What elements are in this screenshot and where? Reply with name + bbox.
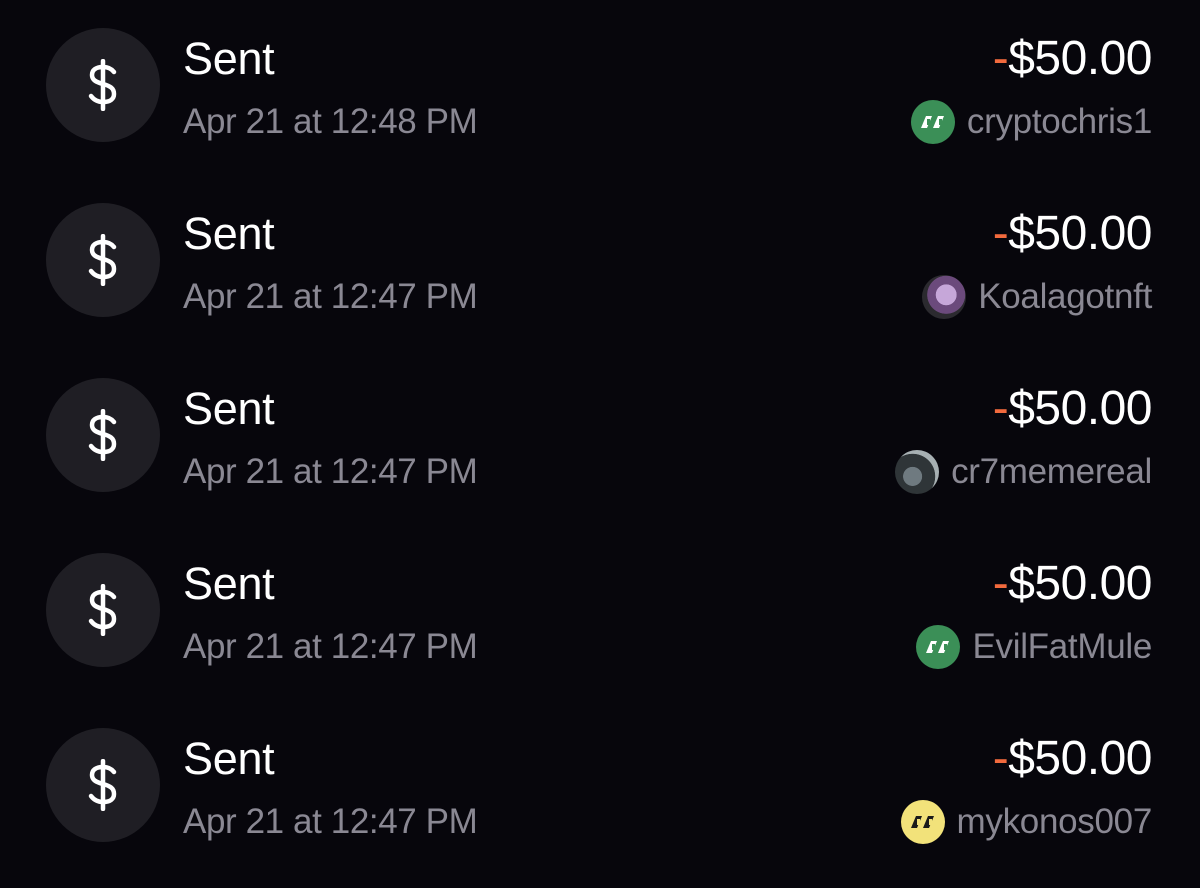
transaction-date: Apr 21 at 12:47 PM (183, 802, 478, 841)
recipient[interactable]: cryptochris1 (910, 96, 1152, 148)
profile-photo-avatar (895, 450, 940, 494)
transaction-row[interactable]: Sent Apr 21 at 12:48 PM -$50.00 cryptoch… (0, 0, 1200, 176)
transaction-title: Sent (183, 558, 275, 609)
transaction-date: Apr 21 at 12:48 PM (183, 102, 478, 141)
transaction-title: Sent (183, 383, 275, 434)
transaction-amount: -$50.00 (992, 203, 1153, 265)
recipient-name: mykonos007 (956, 802, 1153, 841)
dollar-icon (46, 203, 160, 317)
amount-sign: - (992, 207, 1009, 260)
amount-value: $50.00 (1008, 32, 1152, 85)
transaction-title: Sent (183, 33, 275, 84)
recipient[interactable]: Koalagotnft (922, 271, 1152, 323)
amount-value: $50.00 (1008, 382, 1152, 435)
recipient[interactable]: cr7memereal (895, 446, 1152, 498)
green-logo-icon (910, 100, 955, 144)
dollar-icon (46, 553, 160, 667)
transaction-list: Sent Apr 21 at 12:48 PM -$50.00 cryptoch… (0, 0, 1200, 888)
recipient[interactable]: EvilFatMule (916, 621, 1152, 673)
transaction-amount: -$50.00 (992, 553, 1153, 615)
transaction-date: Apr 21 at 12:47 PM (183, 627, 478, 666)
yellow-logo-icon (900, 800, 945, 844)
transaction-date: Apr 21 at 12:47 PM (183, 452, 478, 491)
recipient[interactable]: mykonos007 (900, 796, 1153, 848)
recipient-name: cr7memereal (951, 452, 1152, 491)
transaction-amount: -$50.00 (992, 28, 1153, 90)
recipient-name: EvilFatMule (972, 627, 1152, 666)
transaction-title: Sent (183, 208, 275, 259)
transaction-amount: -$50.00 (992, 728, 1153, 790)
amount-value: $50.00 (1008, 557, 1152, 610)
recipient-name: Koalagotnft (978, 277, 1152, 316)
dollar-icon (46, 728, 160, 842)
amount-sign: - (992, 382, 1009, 435)
transaction-amount: -$50.00 (992, 378, 1153, 440)
amount-sign: - (992, 557, 1009, 610)
amount-sign: - (992, 732, 1009, 785)
profile-photo-avatar (922, 275, 967, 319)
transaction-row[interactable]: Sent Apr 21 at 12:47 PM -$50.00 mykonos0… (0, 700, 1200, 876)
dollar-icon (46, 28, 160, 142)
transaction-title: Sent (183, 733, 275, 784)
transaction-row[interactable]: Sent Apr 21 at 12:47 PM -$50.00 cr7memer… (0, 350, 1200, 526)
recipient-name: cryptochris1 (966, 102, 1152, 141)
green-logo-icon (916, 625, 961, 669)
amount-value: $50.00 (1008, 207, 1152, 260)
amount-sign: - (992, 32, 1009, 85)
transaction-row[interactable]: Sent Apr 21 at 12:47 PM -$50.00 Koalagot… (0, 175, 1200, 351)
dollar-icon (46, 378, 160, 492)
transaction-date: Apr 21 at 12:47 PM (183, 277, 478, 316)
amount-value: $50.00 (1008, 732, 1152, 785)
transaction-row[interactable]: Sent Apr 21 at 12:47 PM -$50.00 EvilFatM… (0, 525, 1200, 701)
